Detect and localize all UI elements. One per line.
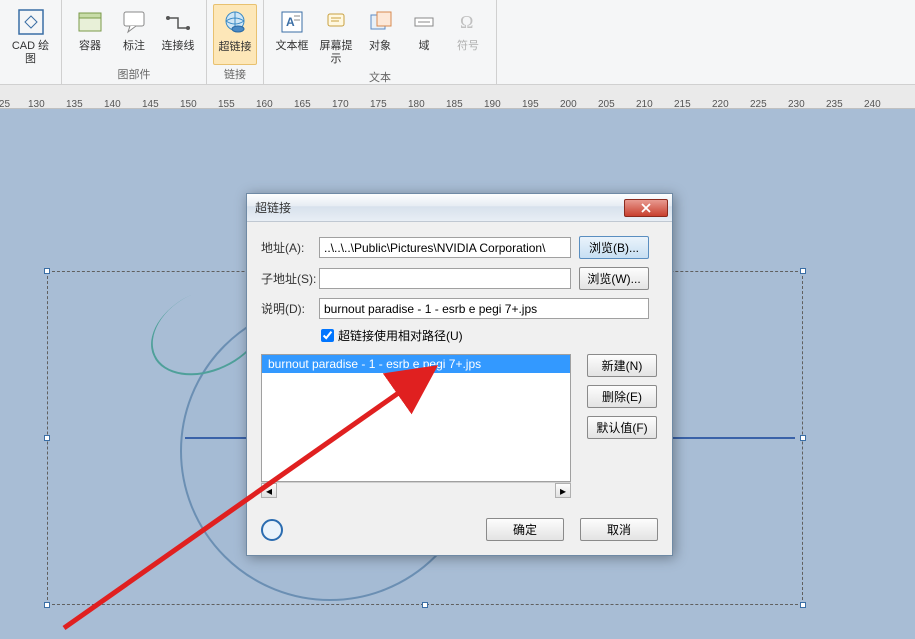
cad-label: CAD 绘图 [11, 40, 51, 66]
ruler-tick: 200 [560, 99, 577, 109]
ruler-tick: 190 [484, 99, 501, 109]
subaddress-input[interactable] [319, 268, 571, 289]
screentip-icon [320, 6, 352, 38]
ribbon-group-link: 超链接 链接 [207, 0, 264, 84]
help-icon[interactable] [261, 519, 283, 541]
symbol-icon: Ω [452, 6, 484, 38]
hyperlink-button[interactable]: 超链接 [213, 4, 257, 65]
subaddress-label: 子地址(S): [261, 270, 319, 287]
ruler-tick: 155 [218, 99, 235, 109]
container-label: 容器 [79, 40, 101, 53]
ruler-tick: 145 [142, 99, 159, 109]
address-label: 地址(A): [261, 239, 319, 256]
object-icon [364, 6, 396, 38]
ruler-tick: -125 [0, 99, 10, 109]
container-icon [74, 6, 106, 38]
symbol-button[interactable]: Ω 符号 [446, 4, 490, 68]
ruler-tick: 185 [446, 99, 463, 109]
container-button[interactable]: 容器 [68, 4, 112, 65]
ruler-tick: 175 [370, 99, 387, 109]
ribbon-toolbar: CAD 绘图 容器 标注 连接线 图部件 超链接 链接 [0, 0, 915, 85]
ruler-tick: 230 [788, 99, 805, 109]
ruler-tick: 140 [104, 99, 121, 109]
close-icon [641, 203, 651, 213]
resize-handle-e[interactable] [800, 435, 806, 441]
ruler-tick: 160 [256, 99, 273, 109]
connector-label: 连接线 [162, 40, 195, 53]
dialog-title: 超链接 [255, 199, 624, 216]
ruler-tick: 195 [522, 99, 539, 109]
delete-button[interactable]: 删除(E) [587, 385, 657, 408]
svg-text:Ω: Ω [460, 12, 473, 32]
hyperlink-label: 超链接 [219, 41, 252, 54]
callout-label: 标注 [123, 40, 145, 53]
resize-handle-s[interactable] [422, 602, 428, 608]
hyperlink-dialog: 超链接 地址(A): 浏览(B)... 子地址(S): 浏览(W)... 说明(… [246, 193, 673, 556]
svg-text:A: A [286, 15, 295, 29]
scroll-right-icon[interactable]: ▸ [555, 483, 571, 498]
new-button[interactable]: 新建(N) [587, 354, 657, 377]
resize-handle-nw[interactable] [44, 268, 50, 274]
resize-handle-w[interactable] [44, 435, 50, 441]
ruler-tick: 215 [674, 99, 691, 109]
field-icon [408, 6, 440, 38]
connector-icon [162, 6, 194, 38]
ruler-tick: 130 [28, 99, 45, 109]
hyperlink-icon [219, 7, 251, 39]
cad-drawing-button[interactable]: CAD 绘图 [9, 4, 53, 68]
close-button[interactable] [624, 199, 668, 217]
screentip-button[interactable]: 屏幕提示 [314, 4, 358, 68]
callout-button[interactable]: 标注 [112, 4, 156, 65]
description-input[interactable] [319, 298, 649, 319]
relative-path-label: 超链接使用相对路径(U) [338, 327, 463, 344]
textbox-label: 文本框 [276, 40, 309, 53]
connector-button[interactable]: 连接线 [156, 4, 200, 65]
hyperlinks-listbox[interactable]: burnout paradise - 1 - esrb e pegi 7+.jp… [261, 354, 571, 482]
list-item[interactable]: burnout paradise - 1 - esrb e pegi 7+.jp… [262, 355, 570, 373]
ruler-tick: 205 [598, 99, 615, 109]
ruler-tick: 150 [180, 99, 197, 109]
scroll-left-icon[interactable]: ◂ [261, 483, 277, 498]
object-label: 对象 [369, 40, 391, 53]
field-button[interactable]: 域 [402, 4, 446, 68]
ruler-tick: 225 [750, 99, 767, 109]
browse-w-button[interactable]: 浏览(W)... [579, 267, 649, 290]
address-input[interactable] [319, 237, 571, 258]
ruler-tick: 165 [294, 99, 311, 109]
ruler-tick: 235 [826, 99, 843, 109]
horizontal-ruler: -125 130 135 140 145 150 155 160 165 170 175 180 185… [0, 85, 915, 109]
field-label: 域 [419, 40, 430, 53]
list-scrollbar[interactable]: ◂ ▸ [261, 482, 571, 498]
ruler-tick: 210 [636, 99, 653, 109]
callout-icon [118, 6, 150, 38]
cancel-button[interactable]: 取消 [580, 518, 658, 541]
relative-path-checkbox[interactable] [321, 329, 334, 342]
ribbon-group-parts: 容器 标注 连接线 图部件 [62, 0, 207, 84]
ruler-tick: 220 [712, 99, 729, 109]
group2-label: 链接 [207, 65, 263, 84]
description-label: 说明(D): [261, 300, 319, 317]
ribbon-group-text: A 文本框 屏幕提示 对象 域 Ω 符号 文本 [264, 0, 497, 84]
group1-label: 图部件 [62, 65, 206, 84]
ruler-tick: 170 [332, 99, 349, 109]
resize-handle-se[interactable] [800, 602, 806, 608]
ok-button[interactable]: 确定 [486, 518, 564, 541]
dialog-titlebar[interactable]: 超链接 [247, 194, 672, 222]
ruler-tick: 240 [864, 99, 881, 109]
ruler-tick: 180 [408, 99, 425, 109]
symbol-label: 符号 [457, 40, 479, 53]
cad-icon [15, 6, 47, 38]
object-button[interactable]: 对象 [358, 4, 402, 68]
browse-b-button[interactable]: 浏览(B)... [579, 236, 649, 259]
resize-handle-ne[interactable] [800, 268, 806, 274]
default-button[interactable]: 默认值(F) [587, 416, 657, 439]
resize-handle-sw[interactable] [44, 602, 50, 608]
textbox-button[interactable]: A 文本框 [270, 4, 314, 68]
screentip-label: 屏幕提示 [316, 40, 356, 66]
ribbon-group-cad: CAD 绘图 [0, 0, 62, 84]
textbox-icon: A [276, 6, 308, 38]
ruler-tick: 135 [66, 99, 83, 109]
